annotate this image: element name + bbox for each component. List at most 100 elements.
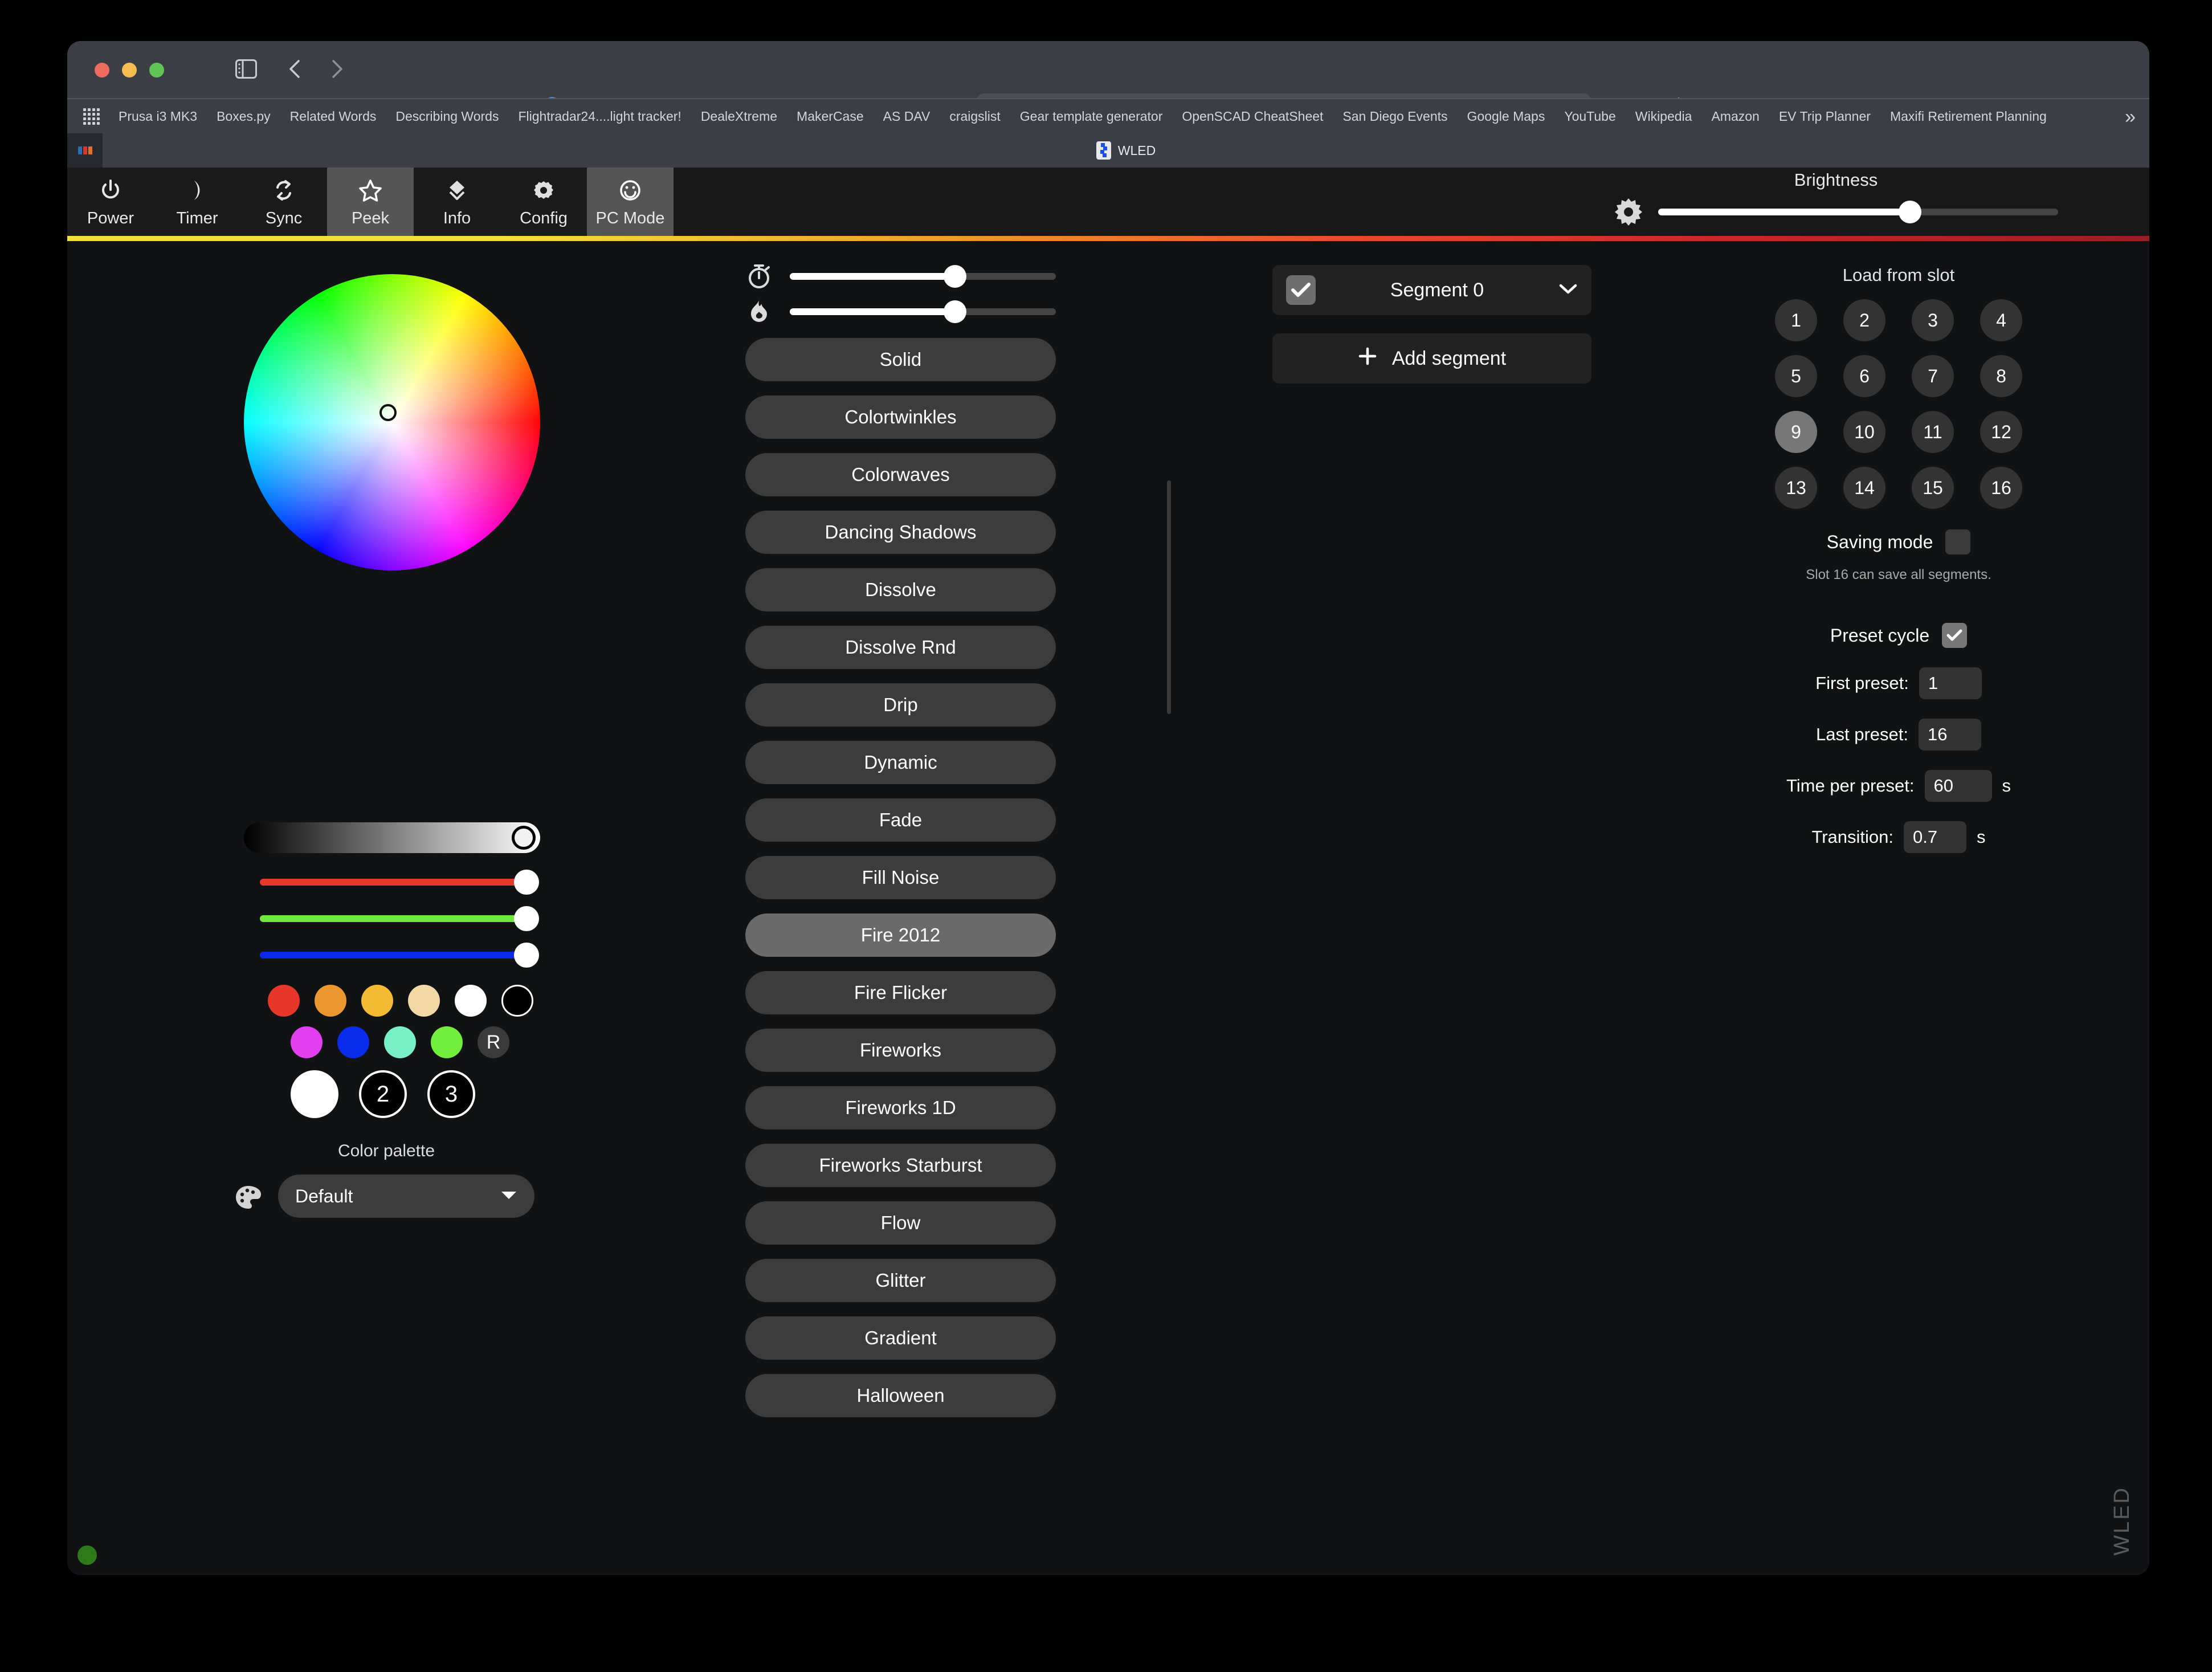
bookmark-describing-words[interactable]: Describing Words [395, 109, 499, 124]
maximize-window-button[interactable] [149, 63, 164, 78]
preset-slot-6[interactable]: 6 [1843, 355, 1885, 397]
effect-drip[interactable]: Drip [745, 683, 1056, 727]
preset-slot-14[interactable]: 14 [1843, 467, 1885, 509]
add-segment-button[interactable]: Add segment [1272, 333, 1591, 384]
transition-input[interactable]: 0.7 [1904, 821, 1967, 853]
bookmark-ev-trip-planner[interactable]: EV Trip Planner [1779, 109, 1871, 124]
bookmark-google-maps[interactable]: Google Maps [1467, 109, 1545, 124]
preset-slot-11[interactable]: 11 [1912, 411, 1954, 453]
preset-slot-9[interactable]: 9 [1775, 411, 1817, 453]
bookmark-gear-template-generator[interactable]: Gear template generator [1020, 109, 1163, 124]
bookmark-amazon[interactable]: Amazon [1711, 109, 1759, 124]
nav-info[interactable]: Info [414, 168, 500, 236]
preset-cycle-checkbox[interactable] [1942, 623, 1968, 648]
effect-fireworks[interactable]: Fireworks [745, 1029, 1056, 1072]
bookmark-related-words[interactable]: Related Words [290, 109, 377, 124]
effect-fade[interactable]: Fade [745, 798, 1056, 842]
effect-fill-noise[interactable]: Fill Noise [745, 856, 1056, 899]
preset-slot-13[interactable]: 13 [1775, 467, 1817, 509]
saving-mode-checkbox[interactable] [1945, 529, 1971, 554]
preset-slot-5[interactable]: 5 [1775, 355, 1817, 397]
bookmark-youtube[interactable]: YouTube [1564, 109, 1615, 124]
effect-flow[interactable]: Flow [745, 1201, 1056, 1245]
effect-fireworks-1d[interactable]: Fireworks 1D [745, 1086, 1056, 1129]
swatch-green[interactable] [431, 1026, 463, 1058]
effect-speed-slider[interactable] [790, 265, 1056, 288]
sidebar-toggle-icon[interactable] [235, 59, 257, 79]
apps-grid-icon[interactable] [83, 108, 100, 125]
preset-slot-2[interactable]: 2 [1843, 299, 1885, 341]
segment-row[interactable]: Segment 0 [1272, 265, 1591, 315]
tab-pinned-npr[interactable] [67, 133, 103, 168]
effect-intensity-slider[interactable] [790, 300, 1056, 323]
effect-solid[interactable]: Solid [745, 338, 1056, 381]
swatch-orange[interactable] [315, 985, 346, 1017]
swatch-blue[interactable] [337, 1026, 369, 1058]
preset-slot-3[interactable]: 3 [1912, 299, 1954, 341]
bookmark-san-diego-events[interactable]: San Diego Events [1342, 109, 1447, 124]
bookmark-maxifi-retirement-planning[interactable]: Maxifi Retirement Planning [1890, 109, 2047, 124]
bookmark-dealextreme[interactable]: DealeXtreme [701, 109, 777, 124]
effect-fireworks-starburst[interactable]: Fireworks Starburst [745, 1144, 1056, 1187]
back-button[interactable] [286, 58, 305, 80]
last-preset-input[interactable]: 16 [1918, 719, 1981, 751]
nav-timer[interactable]: Timer [154, 168, 240, 236]
effect-colortwinkles[interactable]: Colortwinkles [745, 395, 1056, 439]
effect-glitter[interactable]: Glitter [745, 1259, 1056, 1302]
effect-gradient[interactable]: Gradient [745, 1316, 1056, 1360]
nav-power[interactable]: Power [67, 168, 154, 236]
bookmarks-overflow-icon[interactable]: » [2125, 106, 2136, 128]
color-slot-1[interactable] [291, 1070, 338, 1118]
swatch-cream[interactable] [408, 985, 440, 1017]
swatch-random-button[interactable]: R [478, 1026, 509, 1058]
color-wheel-cursor[interactable] [379, 404, 397, 421]
time-per-preset-input[interactable]: 60 [1924, 770, 1992, 802]
preset-slot-15[interactable]: 15 [1912, 467, 1954, 509]
segment-checkbox[interactable] [1286, 275, 1316, 305]
preset-slot-7[interactable]: 7 [1912, 355, 1954, 397]
bookmark-as-dav[interactable]: AS DAV [883, 109, 930, 124]
swatch-black[interactable] [501, 985, 533, 1017]
color-wheel-surface[interactable] [244, 274, 540, 570]
nav-pc-mode[interactable]: PC Mode [587, 168, 674, 236]
effect-dissolve[interactable]: Dissolve [745, 568, 1056, 611]
nav-config[interactable]: Config [500, 168, 587, 236]
color-slot-2[interactable]: 2 [359, 1070, 407, 1118]
effect-fire-flicker[interactable]: Fire Flicker [745, 971, 1056, 1014]
swatch-magenta[interactable] [291, 1026, 323, 1058]
brightness-slider[interactable] [1658, 201, 2058, 223]
color-palette-select[interactable]: Default [278, 1175, 534, 1218]
effect-halloween[interactable]: Halloween [745, 1374, 1056, 1417]
color-slot-3[interactable]: 3 [427, 1070, 475, 1118]
effect-dynamic[interactable]: Dynamic [745, 741, 1056, 784]
preset-slot-12[interactable]: 12 [1980, 411, 2022, 453]
effect-fire-2012[interactable]: Fire 2012 [745, 914, 1056, 957]
swatch-aqua[interactable] [384, 1026, 416, 1058]
swatch-white[interactable] [455, 985, 487, 1017]
effect-colorwaves[interactable]: Colorwaves [745, 453, 1056, 496]
tab-wled[interactable]: WLED [103, 133, 2149, 168]
blue-slider[interactable] [260, 943, 539, 968]
preset-slot-10[interactable]: 10 [1843, 411, 1885, 453]
nav-sync[interactable]: Sync [240, 168, 327, 236]
effect-dancing-shadows[interactable]: Dancing Shadows [745, 511, 1056, 554]
forward-button[interactable] [327, 58, 346, 80]
preset-slot-4[interactable]: 4 [1980, 299, 2022, 341]
color-wheel[interactable] [244, 274, 540, 570]
bookmark-wikipedia[interactable]: Wikipedia [1635, 109, 1692, 124]
bookmark-openscad-cheatsheet[interactable]: OpenSCAD CheatSheet [1182, 109, 1323, 124]
bookmark-boxespy[interactable]: Boxes.py [217, 109, 271, 124]
bookmark-craigslist[interactable]: craigslist [949, 109, 1000, 124]
preset-slot-16[interactable]: 16 [1980, 467, 2022, 509]
swatch-red[interactable] [268, 985, 300, 1017]
preset-slot-8[interactable]: 8 [1980, 355, 2022, 397]
swatch-amber[interactable] [361, 985, 393, 1017]
close-window-button[interactable] [95, 63, 109, 78]
effect-dissolve-rnd[interactable]: Dissolve Rnd [745, 626, 1056, 669]
bookmark-flightradar24[interactable]: Flightradar24....light tracker! [518, 109, 681, 124]
bookmark-makercase[interactable]: MakerCase [797, 109, 864, 124]
first-preset-input[interactable]: 1 [1919, 667, 1982, 699]
chevron-down-icon[interactable] [1558, 283, 1578, 298]
white-brightness-slider[interactable] [244, 822, 540, 853]
red-slider[interactable] [260, 870, 539, 895]
